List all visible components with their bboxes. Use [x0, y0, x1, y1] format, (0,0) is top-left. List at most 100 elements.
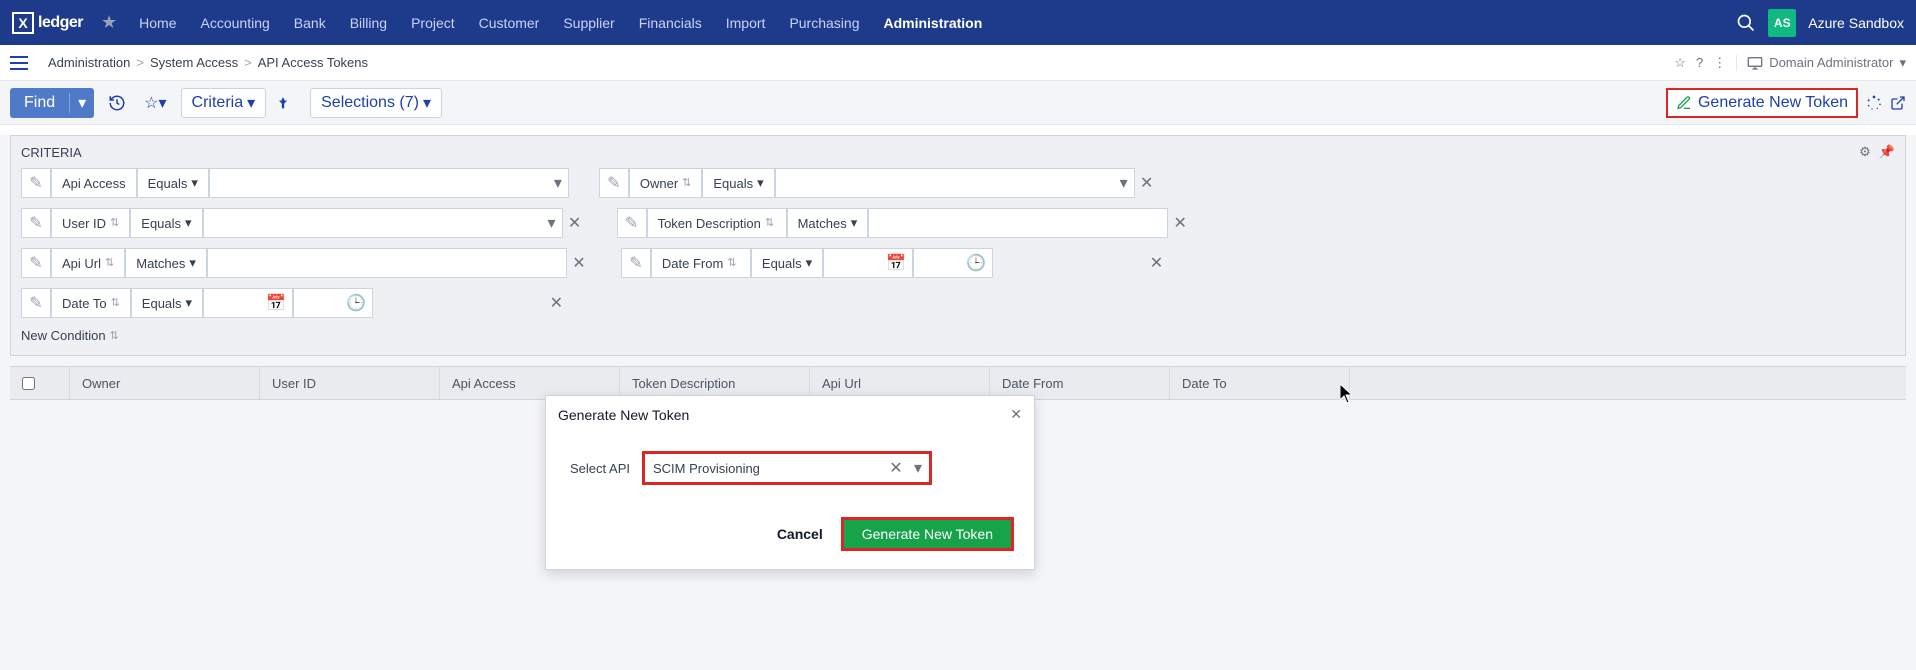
- sort-icon[interactable]: ⇅: [110, 219, 119, 227]
- new-condition-button[interactable]: New Condition ⇅: [21, 328, 1895, 343]
- generate-token-label: Generate New Token: [1698, 94, 1848, 112]
- operator-select[interactable]: Matches ▾: [125, 248, 207, 278]
- pin-icon[interactable]: 📌: [1879, 144, 1895, 160]
- field-label[interactable]: Date To ⇅: [51, 288, 131, 318]
- field-label[interactable]: Token Description ⇅: [647, 208, 787, 238]
- field-label[interactable]: Owner ⇅: [629, 168, 703, 198]
- breadcrumb-2[interactable]: System Access: [150, 55, 238, 70]
- gear-icon[interactable]: ⚙: [1859, 144, 1871, 160]
- remove-icon[interactable]: ✕: [1168, 213, 1192, 233]
- nav-project[interactable]: Project: [399, 0, 467, 45]
- generate-token-button[interactable]: Generate New Token: [1666, 88, 1858, 118]
- field-label[interactable]: User ID ⇅: [51, 208, 130, 238]
- value-input[interactable]: ▾: [775, 168, 1135, 198]
- nav-purchasing[interactable]: Purchasing: [777, 0, 871, 45]
- selections-dropdown[interactable]: Selections (7)▾: [310, 88, 442, 118]
- remove-icon[interactable]: ✕: [563, 213, 587, 233]
- field-label[interactable]: Api Url ⇅: [51, 248, 125, 278]
- field-label[interactable]: Date From ⇅: [651, 248, 751, 278]
- cancel-button[interactable]: Cancel: [777, 517, 823, 551]
- sort-icon[interactable]: ⇅: [111, 299, 120, 307]
- nav-administration[interactable]: Administration: [871, 0, 994, 45]
- date-input[interactable]: 📅: [823, 248, 913, 278]
- role-dropdown[interactable]: Domain Administrator ▾: [1736, 55, 1906, 71]
- operator-select[interactable]: Equals ▾: [702, 168, 774, 198]
- avatar[interactable]: AS: [1768, 9, 1796, 37]
- chevron-down-icon: ▾: [554, 173, 562, 193]
- generate-token-submit-button[interactable]: Generate New Token: [841, 517, 1014, 551]
- value-input[interactable]: ▾: [209, 168, 569, 198]
- chevron-down-icon: ▾: [548, 213, 556, 233]
- operator-select[interactable]: Equals ▾: [131, 288, 203, 318]
- nav-customer[interactable]: Customer: [467, 0, 552, 45]
- checkbox[interactable]: [22, 377, 35, 390]
- history-icon[interactable]: [104, 94, 130, 112]
- remove-icon[interactable]: ✕: [567, 253, 591, 273]
- sort-icon[interactable]: ⇅: [682, 179, 691, 187]
- edit-icon[interactable]: ✎: [21, 248, 51, 278]
- remove-icon[interactable]: ✕: [1135, 173, 1159, 193]
- operator-select[interactable]: Equals ▾: [130, 208, 202, 238]
- select-api-dropdown[interactable]: SCIM Provisioning ✕ ▾: [642, 451, 932, 485]
- kebab-icon[interactable]: ⋮: [1713, 55, 1726, 71]
- star-dropdown-icon[interactable]: ☆▾: [140, 93, 170, 113]
- tenant-name[interactable]: Azure Sandbox: [1808, 15, 1904, 31]
- edit-icon[interactable]: ✎: [621, 248, 651, 278]
- star-outline-icon[interactable]: ☆: [1674, 55, 1686, 71]
- col-date-to[interactable]: Date To: [1170, 367, 1350, 399]
- nav-home[interactable]: Home: [127, 0, 188, 45]
- criteria-dropdown[interactable]: Criteria▾: [181, 88, 267, 118]
- nav-billing[interactable]: Billing: [338, 0, 399, 45]
- sort-icon[interactable]: ⇅: [765, 219, 774, 227]
- find-caret-icon[interactable]: ▾: [69, 93, 94, 113]
- criteria-panel: CRITERIA ⚙ 📌 ✎ Api Access Equals ▾ ▾ ✎ O…: [10, 135, 1906, 356]
- field-label[interactable]: Api Access: [51, 168, 137, 198]
- breadcrumb-1[interactable]: Administration: [48, 55, 130, 70]
- find-button[interactable]: Find ▾: [10, 88, 94, 118]
- chevron-down-icon: ▾: [806, 255, 813, 271]
- external-link-icon[interactable]: [1890, 95, 1906, 111]
- edit-icon[interactable]: ✎: [617, 208, 647, 238]
- criteria-token-description: ✎ Token Description ⇅ Matches ▾ ✕: [617, 208, 1193, 238]
- value-input[interactable]: [868, 208, 1168, 238]
- nav-supplier[interactable]: Supplier: [551, 0, 626, 45]
- select-all-checkbox[interactable]: [10, 367, 70, 399]
- edit-icon[interactable]: ✎: [21, 288, 51, 318]
- brand-logo[interactable]: X ledger: [12, 12, 83, 34]
- operator-select[interactable]: Equals ▾: [137, 168, 209, 198]
- col-owner[interactable]: Owner: [70, 367, 260, 399]
- time-input[interactable]: 🕒: [293, 288, 373, 318]
- pin-icon[interactable]: [276, 95, 290, 111]
- nav-import[interactable]: Import: [714, 0, 778, 45]
- chevron-down-icon: ▾: [851, 215, 858, 231]
- value-input[interactable]: [207, 248, 567, 278]
- remove-icon[interactable]: ✕: [373, 293, 563, 313]
- operator-select[interactable]: Matches ▾: [787, 208, 869, 238]
- favorite-star-icon[interactable]: ★: [101, 12, 117, 33]
- sort-icon[interactable]: ⇅: [727, 259, 736, 267]
- brand-icon: X: [12, 12, 34, 34]
- close-icon[interactable]: ✕: [1010, 406, 1022, 423]
- search-icon[interactable]: [1736, 13, 1756, 33]
- nav-bank[interactable]: Bank: [282, 0, 338, 45]
- breadcrumb-3[interactable]: API Access Tokens: [258, 55, 368, 70]
- sort-icon[interactable]: ⇅: [105, 259, 114, 267]
- brand-name: ledger: [38, 14, 83, 32]
- remove-icon[interactable]: ✕: [993, 253, 1163, 273]
- menu-icon[interactable]: [10, 56, 28, 70]
- nav-accounting[interactable]: Accounting: [189, 0, 282, 45]
- edit-icon[interactable]: ✎: [21, 208, 51, 238]
- chevron-down-icon[interactable]: ▾: [907, 458, 929, 478]
- value-input[interactable]: ▾: [203, 208, 563, 238]
- select-api-value: SCIM Provisioning: [645, 461, 885, 476]
- edit-icon[interactable]: ✎: [599, 168, 629, 198]
- edit-icon[interactable]: ✎: [21, 168, 51, 198]
- date-input[interactable]: 📅: [203, 288, 293, 318]
- time-input[interactable]: 🕒: [913, 248, 993, 278]
- nav-financials[interactable]: Financials: [627, 0, 714, 45]
- operator-select[interactable]: Equals ▾: [751, 248, 823, 278]
- col-user-id[interactable]: User ID: [260, 367, 440, 399]
- generate-token-modal: Generate New Token ✕ Select API SCIM Pro…: [545, 395, 1035, 570]
- clear-icon[interactable]: ✕: [885, 458, 907, 478]
- help-icon[interactable]: ?: [1696, 55, 1703, 70]
